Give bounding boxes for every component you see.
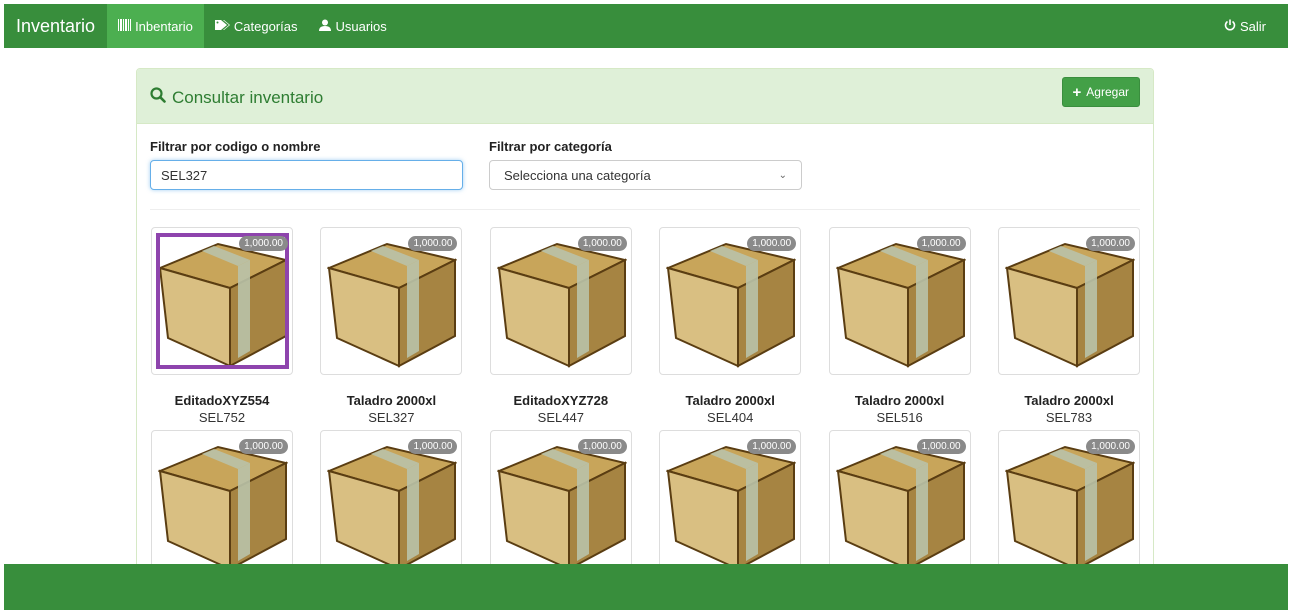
price-badge: 1,000.00 bbox=[408, 439, 458, 454]
user-icon bbox=[319, 19, 332, 33]
box-image bbox=[496, 445, 627, 571]
product-thumbnail[interactable]: 1,000.00 bbox=[489, 227, 632, 375]
price-badge: 1,000.00 bbox=[1086, 439, 1135, 454]
top-navbar: Inventario Inbentario Categorías Usuario… bbox=[4, 4, 1288, 48]
nav-label: Usuarios bbox=[335, 18, 387, 34]
panel-title-text: Consultar inventario bbox=[172, 87, 324, 107]
product-card[interactable]: 1,000.00 EditadoXYZ554 SEL752 bbox=[151, 227, 293, 425]
product-name: EditadoXYZ554 bbox=[174, 393, 270, 408]
product-name: Taladro 2000xl bbox=[346, 393, 437, 408]
box-image bbox=[327, 242, 458, 368]
price-badge: 1,000.00 bbox=[747, 439, 797, 454]
product-thumbnail[interactable]: 1,000.00 bbox=[320, 227, 463, 375]
logout-button[interactable]: Salir bbox=[1213, 4, 1288, 48]
category-filter-select[interactable]: Selecciona una categoría ⌄ bbox=[489, 160, 802, 190]
inventory-panel: Consultar inventario + Agregar Filtrar p… bbox=[136, 68, 1154, 588]
price-badge: 1,000.00 bbox=[916, 439, 966, 454]
product-thumbnail[interactable]: 1,000.00 bbox=[828, 430, 971, 578]
page-title: Consultar inventario bbox=[150, 87, 323, 108]
product-thumbnail[interactable]: 1,000.00 bbox=[659, 430, 802, 578]
price-badge: 1,000.00 bbox=[408, 236, 458, 251]
nav-item-categorias[interactable]: Categorías bbox=[204, 4, 309, 48]
box-image bbox=[666, 445, 797, 571]
box-image bbox=[1005, 242, 1135, 368]
box-image bbox=[666, 242, 797, 368]
plus-icon: + bbox=[1072, 83, 1082, 101]
nav-item-usuarios[interactable]: Usuarios bbox=[308, 4, 397, 48]
product-card[interactable]: 1,000.00 Taladro 2000xl SEL783 bbox=[998, 227, 1140, 425]
price-badge: 1,000.00 bbox=[747, 236, 797, 251]
product-code: SEL327 bbox=[368, 410, 415, 425]
box-image bbox=[1005, 445, 1135, 571]
category-select-value: Selecciona una categoría bbox=[504, 167, 651, 183]
product-thumbnail[interactable]: 1,000.00 bbox=[998, 227, 1140, 375]
tags-icon bbox=[214, 19, 230, 33]
category-filter-label: Filtrar por categoría bbox=[489, 139, 612, 154]
box-image bbox=[158, 445, 288, 571]
product-thumbnail[interactable]: 1,000.00 bbox=[151, 227, 293, 375]
product-code: SEL752 bbox=[198, 410, 246, 425]
product-name: Taladro 2000xl bbox=[854, 393, 945, 408]
code-filter-input[interactable]: SEL327 bbox=[150, 160, 463, 190]
product-code: SEL516 bbox=[876, 410, 923, 425]
chevron-down-icon: ⌄ bbox=[778, 169, 787, 181]
selection-highlight bbox=[156, 233, 289, 369]
brand[interactable]: Inventario bbox=[4, 4, 107, 48]
product-thumbnail[interactable]: 1,000.00 bbox=[151, 430, 293, 578]
price-badge: 1,000.00 bbox=[239, 236, 288, 251]
add-button[interactable]: + Agregar bbox=[1061, 77, 1140, 107]
product-name: Taladro 2000xl bbox=[685, 393, 775, 408]
price-badge: 1,000.00 bbox=[1086, 236, 1135, 251]
box-image bbox=[835, 242, 966, 368]
product-thumbnail[interactable]: 1,000.00 bbox=[659, 227, 802, 375]
box-image bbox=[327, 445, 458, 571]
barcode-icon bbox=[118, 19, 132, 33]
product-code: SEL447 bbox=[537, 410, 584, 425]
nav-item-inventario[interactable]: Inbentario bbox=[107, 4, 204, 48]
product-code: SEL404 bbox=[707, 410, 754, 425]
footer bbox=[4, 564, 1288, 610]
panel-heading: Consultar inventario + Agregar bbox=[137, 69, 1153, 124]
box-image bbox=[835, 445, 966, 571]
nav-label: Inbentario bbox=[135, 18, 193, 34]
product-card[interactable]: 1,000.00 Taladro 2000xl SEL327 bbox=[320, 227, 463, 425]
product-thumbnail[interactable]: 1,000.00 bbox=[320, 430, 463, 578]
price-badge: 1,000.00 bbox=[916, 236, 966, 251]
logout-label: Salir bbox=[1239, 18, 1266, 34]
product-thumbnail[interactable]: 1,000.00 bbox=[998, 430, 1140, 578]
power-icon bbox=[1224, 19, 1236, 33]
search-icon bbox=[150, 87, 166, 108]
product-name: Taladro 2000xl bbox=[1024, 393, 1114, 408]
price-badge: 1,000.00 bbox=[577, 439, 627, 454]
product-card[interactable]: 1,000.00 Taladro 2000xl SEL404 bbox=[659, 227, 802, 425]
add-button-label: Agregar bbox=[1086, 85, 1129, 99]
product-thumbnail[interactable]: 1,000.00 bbox=[828, 227, 971, 375]
product-card[interactable]: 1,000.00 Taladro 2000xl SEL516 bbox=[828, 227, 971, 425]
price-badge: 1,000.00 bbox=[577, 236, 627, 251]
code-filter-label: Filtrar por codigo o nombre bbox=[150, 139, 321, 154]
nav-label: Categorías bbox=[233, 18, 298, 34]
box-image bbox=[496, 242, 627, 368]
product-card[interactable]: 1,000.00 EditadoXYZ728 SEL447 bbox=[489, 227, 632, 425]
product-name: EditadoXYZ728 bbox=[513, 393, 609, 408]
product-thumbnail[interactable]: 1,000.00 bbox=[489, 430, 632, 578]
product-code: SEL783 bbox=[1045, 410, 1093, 425]
divider bbox=[150, 209, 1140, 210]
price-badge: 1,000.00 bbox=[239, 439, 288, 454]
